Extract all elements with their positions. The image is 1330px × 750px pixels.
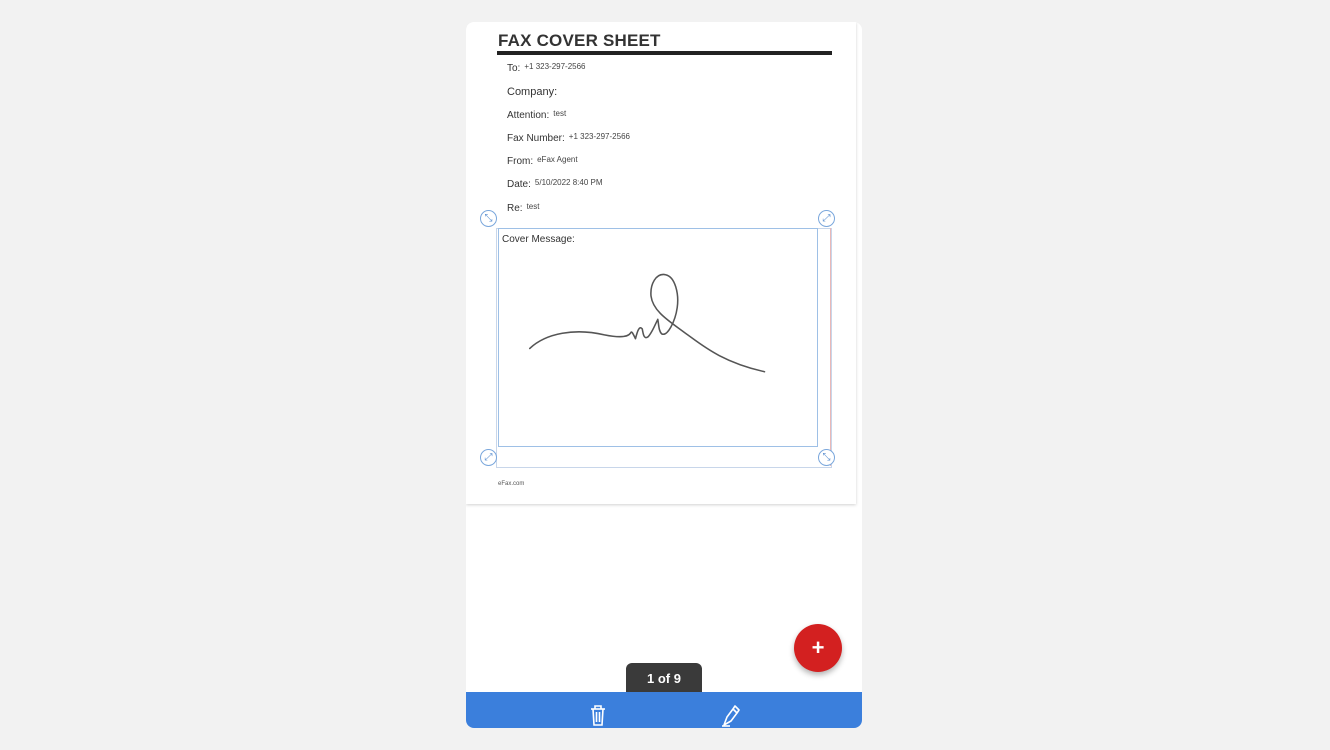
field-re-value: test	[526, 202, 540, 211]
field-attention: Attention: test	[507, 109, 567, 121]
field-re: Re: test	[507, 202, 540, 214]
cover-message-label: Cover Message:	[502, 234, 575, 245]
field-to-label: To:	[507, 63, 521, 74]
document-footer: eFax.com	[498, 481, 525, 487]
field-attention-value: test	[553, 109, 567, 118]
field-date-value: 5/10/2022 8:40 PM	[534, 178, 603, 187]
document-page: FAX COVER SHEET To: +1 323-297-2566 Compa…	[466, 22, 856, 504]
field-fax-number: Fax Number: +1 323-297-2566	[507, 132, 630, 144]
add-button[interactable]: +	[794, 624, 842, 672]
resize-handle-top-left-icon[interactable]: ⤡	[480, 210, 497, 227]
pen-icon[interactable]	[720, 703, 740, 727]
field-to-value: +1 323-297-2566	[524, 62, 586, 71]
document-title: FAX COVER SHEET	[498, 31, 661, 50]
page-margin-line	[830, 228, 831, 466]
field-from-label: From:	[507, 156, 534, 167]
field-date-label: Date:	[507, 179, 531, 190]
field-company: Company:	[507, 86, 561, 98]
resize-handle-bottom-right-icon[interactable]: ⤡	[818, 449, 835, 466]
field-from: From: eFax Agent	[507, 155, 578, 167]
field-fax-number-label: Fax Number:	[507, 133, 565, 144]
page-indicator: 1 of 9	[626, 663, 702, 693]
signature-image[interactable]	[526, 267, 776, 382]
title-rule	[497, 51, 832, 55]
bottom-toolbar	[466, 692, 862, 728]
viewer-screen: FAX COVER SHEET To: +1 323-297-2566 Compa…	[466, 22, 862, 728]
field-company-label: Company:	[507, 86, 558, 98]
trash-icon[interactable]	[588, 703, 608, 727]
resize-handle-top-right-icon[interactable]: ⤢	[818, 210, 835, 227]
field-re-label: Re:	[507, 203, 523, 214]
field-to: To: +1 323-297-2566	[507, 62, 586, 74]
field-from-value: eFax Agent	[537, 155, 578, 164]
field-date: Date: 5/10/2022 8:40 PM	[507, 178, 603, 190]
field-attention-label: Attention:	[507, 110, 550, 121]
resize-handle-bottom-left-icon[interactable]: ⤢	[480, 449, 497, 466]
field-fax-number-value: +1 323-297-2566	[568, 132, 630, 141]
